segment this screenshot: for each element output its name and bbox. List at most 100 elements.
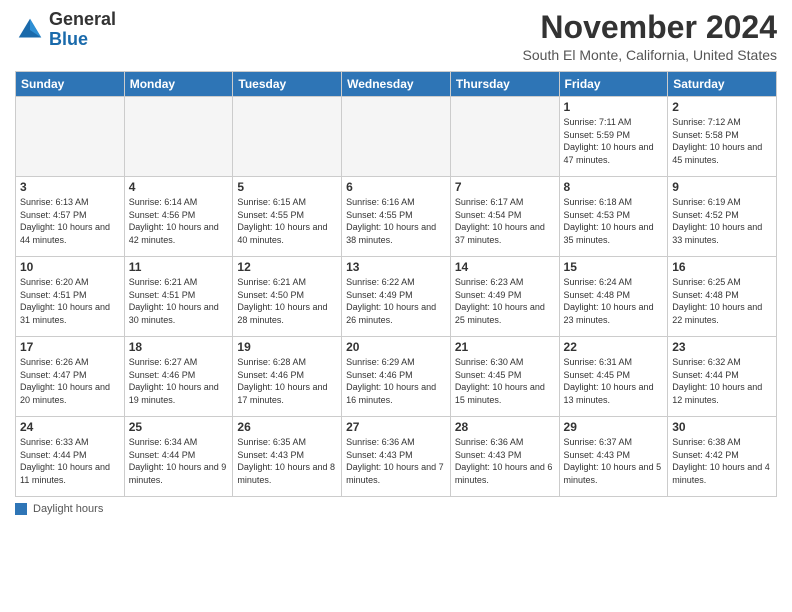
calendar-cell: 20 Sunrise: 6:29 AM Sunset: 4:46 PM Dayli… — [342, 337, 451, 417]
day-number: 29 — [564, 420, 664, 434]
day-number: 22 — [564, 340, 664, 354]
logo: General Blue — [15, 10, 116, 50]
logo-text: General Blue — [49, 10, 116, 50]
day-info: Sunrise: 6:30 AM Sunset: 4:45 PM Dayligh… — [455, 356, 555, 406]
calendar-cell: 21 Sunrise: 6:30 AM Sunset: 4:45 PM Dayli… — [450, 337, 559, 417]
legend-text: Daylight hours — [33, 503, 103, 515]
day-number: 20 — [346, 340, 446, 354]
calendar-header-monday: Monday — [124, 72, 233, 97]
calendar-header-friday: Friday — [559, 72, 668, 97]
day-number: 21 — [455, 340, 555, 354]
calendar-cell: 10 Sunrise: 6:20 AM Sunset: 4:51 PM Dayli… — [16, 257, 125, 337]
day-info: Sunrise: 6:25 AM Sunset: 4:48 PM Dayligh… — [672, 276, 772, 326]
calendar-cell: 27 Sunrise: 6:36 AM Sunset: 4:43 PM Dayli… — [342, 417, 451, 497]
day-info: Sunrise: 6:38 AM Sunset: 4:42 PM Dayligh… — [672, 436, 772, 486]
calendar-week-2: 3 Sunrise: 6:13 AM Sunset: 4:57 PM Daylig… — [16, 177, 777, 257]
day-info: Sunrise: 6:28 AM Sunset: 4:46 PM Dayligh… — [237, 356, 337, 406]
calendar-cell — [450, 97, 559, 177]
day-info: Sunrise: 6:16 AM Sunset: 4:55 PM Dayligh… — [346, 196, 446, 246]
month-title: November 2024 — [523, 10, 777, 45]
day-info: Sunrise: 6:17 AM Sunset: 4:54 PM Dayligh… — [455, 196, 555, 246]
calendar-cell: 1 Sunrise: 7:11 AM Sunset: 5:59 PM Daylig… — [559, 97, 668, 177]
day-info: Sunrise: 6:31 AM Sunset: 4:45 PM Dayligh… — [564, 356, 664, 406]
calendar-cell: 22 Sunrise: 6:31 AM Sunset: 4:45 PM Dayli… — [559, 337, 668, 417]
calendar: SundayMondayTuesdayWednesdayThursdayFrid… — [15, 71, 777, 497]
calendar-week-3: 10 Sunrise: 6:20 AM Sunset: 4:51 PM Dayli… — [16, 257, 777, 337]
day-info: Sunrise: 6:34 AM Sunset: 4:44 PM Dayligh… — [129, 436, 229, 486]
legend: Daylight hours — [15, 503, 777, 515]
calendar-cell: 25 Sunrise: 6:34 AM Sunset: 4:44 PM Dayli… — [124, 417, 233, 497]
day-info: Sunrise: 7:11 AM Sunset: 5:59 PM Dayligh… — [564, 116, 664, 166]
day-info: Sunrise: 6:37 AM Sunset: 4:43 PM Dayligh… — [564, 436, 664, 486]
calendar-cell — [342, 97, 451, 177]
day-number: 19 — [237, 340, 337, 354]
calendar-header-sunday: Sunday — [16, 72, 125, 97]
day-info: Sunrise: 6:15 AM Sunset: 4:55 PM Dayligh… — [237, 196, 337, 246]
day-info: Sunrise: 6:32 AM Sunset: 4:44 PM Dayligh… — [672, 356, 772, 406]
day-info: Sunrise: 6:23 AM Sunset: 4:49 PM Dayligh… — [455, 276, 555, 326]
day-info: Sunrise: 6:22 AM Sunset: 4:49 PM Dayligh… — [346, 276, 446, 326]
legend-dot — [15, 503, 27, 515]
day-info: Sunrise: 6:21 AM Sunset: 4:50 PM Dayligh… — [237, 276, 337, 326]
calendar-week-4: 17Sunrise: 6:26 AM Sunset: 4:47 PM Dayli… — [16, 337, 777, 417]
day-number: 16 — [672, 260, 772, 274]
day-info: Sunrise: 6:36 AM Sunset: 4:43 PM Dayligh… — [346, 436, 446, 486]
day-number: 28 — [455, 420, 555, 434]
day-number: 30 — [672, 420, 772, 434]
day-info: Sunrise: 6:21 AM Sunset: 4:51 PM Dayligh… — [129, 276, 229, 326]
calendar-cell: 7Sunrise: 6:17 AM Sunset: 4:54 PM Daylig… — [450, 177, 559, 257]
page-container: General Blue November 2024 South El Mont… — [0, 0, 792, 520]
day-number: 26 — [237, 420, 337, 434]
day-number: 17 — [20, 340, 120, 354]
logo-general: General — [49, 9, 116, 29]
calendar-cell: 5 Sunrise: 6:15 AM Sunset: 4:55 PM Daylig… — [233, 177, 342, 257]
day-info: Sunrise: 6:36 AM Sunset: 4:43 PM Dayligh… — [455, 436, 555, 486]
calendar-header-tuesday: Tuesday — [233, 72, 342, 97]
calendar-header-saturday: Saturday — [668, 72, 777, 97]
calendar-cell — [16, 97, 125, 177]
day-number: 12 — [237, 260, 337, 274]
day-number: 10 — [20, 260, 120, 274]
calendar-cell: 9 Sunrise: 6:19 AM Sunset: 4:52 PM Daylig… — [668, 177, 777, 257]
calendar-cell: 16 Sunrise: 6:25 AM Sunset: 4:48 PM Dayli… — [668, 257, 777, 337]
calendar-cell: 4 Sunrise: 6:14 AM Sunset: 4:56 PM Daylig… — [124, 177, 233, 257]
calendar-week-5: 24Sunrise: 6:33 AM Sunset: 4:44 PM Dayli… — [16, 417, 777, 497]
calendar-cell: 6 Sunrise: 6:16 AM Sunset: 4:55 PM Daylig… — [342, 177, 451, 257]
day-number: 2 — [672, 100, 772, 114]
calendar-cell: 30 Sunrise: 6:38 AM Sunset: 4:42 PM Dayli… — [668, 417, 777, 497]
calendar-cell: 2Sunrise: 7:12 AM Sunset: 5:58 PM Daylig… — [668, 97, 777, 177]
calendar-cell: 13 Sunrise: 6:22 AM Sunset: 4:49 PM Dayli… — [342, 257, 451, 337]
calendar-cell: 18Sunrise: 6:27 AM Sunset: 4:46 PM Dayli… — [124, 337, 233, 417]
header: General Blue November 2024 South El Mont… — [15, 10, 777, 63]
day-number: 4 — [129, 180, 229, 194]
calendar-cell: 12 Sunrise: 6:21 AM Sunset: 4:50 PM Dayli… — [233, 257, 342, 337]
day-info: Sunrise: 6:20 AM Sunset: 4:51 PM Dayligh… — [20, 276, 120, 326]
day-number: 5 — [237, 180, 337, 194]
day-number: 8 — [564, 180, 664, 194]
day-number: 9 — [672, 180, 772, 194]
day-number: 25 — [129, 420, 229, 434]
day-number: 24 — [20, 420, 120, 434]
calendar-cell: 23Sunrise: 6:32 AM Sunset: 4:44 PM Dayli… — [668, 337, 777, 417]
calendar-cell: 19 Sunrise: 6:28 AM Sunset: 4:46 PM Dayli… — [233, 337, 342, 417]
day-info: Sunrise: 6:13 AM Sunset: 4:57 PM Dayligh… — [20, 196, 120, 246]
day-number: 6 — [346, 180, 446, 194]
day-info: Sunrise: 6:14 AM Sunset: 4:56 PM Dayligh… — [129, 196, 229, 246]
subtitle: South El Monte, California, United State… — [523, 47, 777, 63]
day-number: 1 — [564, 100, 664, 114]
calendar-cell: 3 Sunrise: 6:13 AM Sunset: 4:57 PM Daylig… — [16, 177, 125, 257]
day-info: Sunrise: 6:19 AM Sunset: 4:52 PM Dayligh… — [672, 196, 772, 246]
day-info: Sunrise: 6:27 AM Sunset: 4:46 PM Dayligh… — [129, 356, 229, 406]
day-number: 27 — [346, 420, 446, 434]
day-info: Sunrise: 6:35 AM Sunset: 4:43 PM Dayligh… — [237, 436, 337, 486]
calendar-cell: 11Sunrise: 6:21 AM Sunset: 4:51 PM Dayli… — [124, 257, 233, 337]
calendar-cell: 15Sunrise: 6:24 AM Sunset: 4:48 PM Dayli… — [559, 257, 668, 337]
calendar-week-1: 1 Sunrise: 7:11 AM Sunset: 5:59 PM Daylig… — [16, 97, 777, 177]
calendar-cell: 24Sunrise: 6:33 AM Sunset: 4:44 PM Dayli… — [16, 417, 125, 497]
calendar-header-thursday: Thursday — [450, 72, 559, 97]
day-info: Sunrise: 6:29 AM Sunset: 4:46 PM Dayligh… — [346, 356, 446, 406]
calendar-cell — [124, 97, 233, 177]
day-number: 3 — [20, 180, 120, 194]
day-number: 13 — [346, 260, 446, 274]
calendar-header-wednesday: Wednesday — [342, 72, 451, 97]
